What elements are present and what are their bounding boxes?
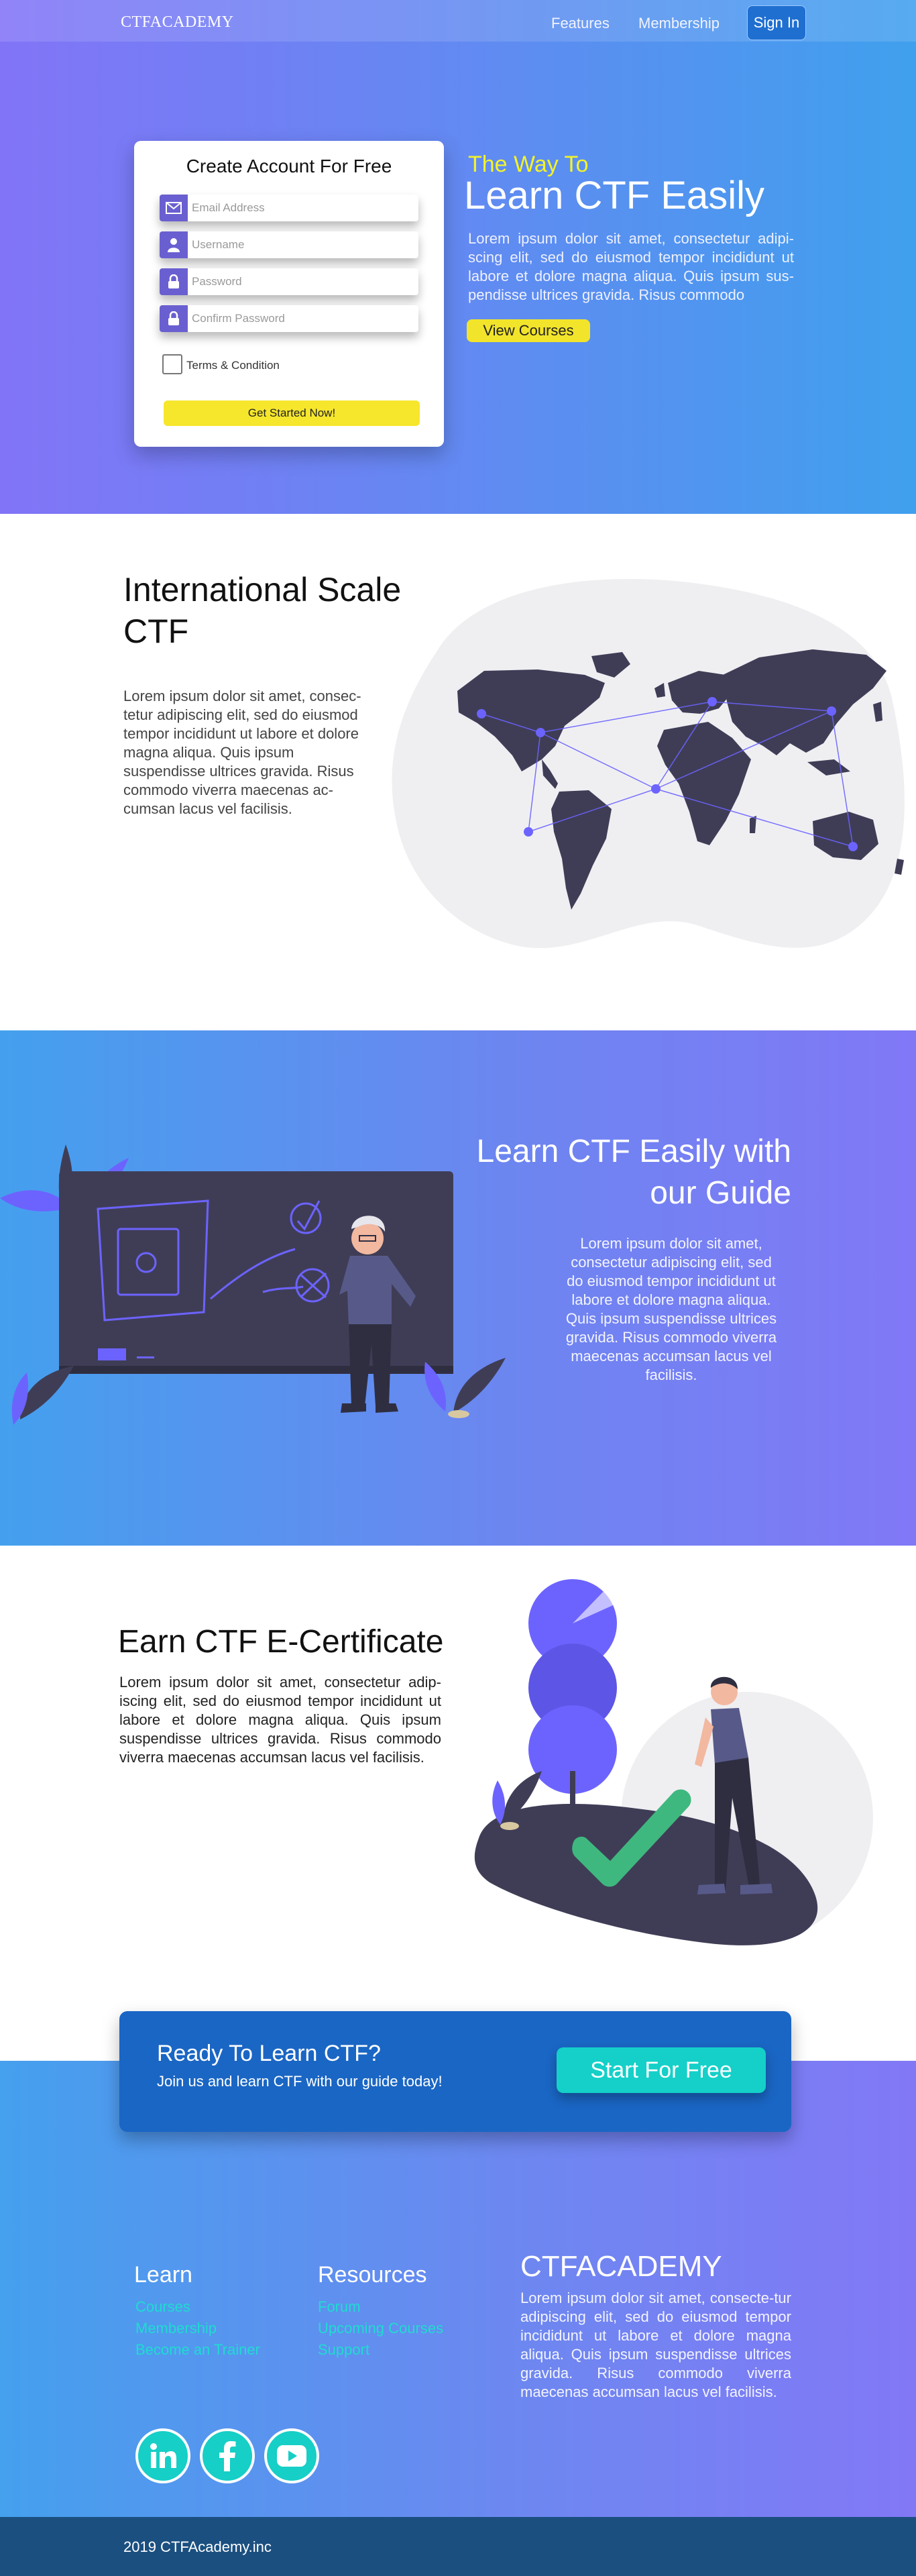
footer-brand: CTFACADEMY <box>520 2250 722 2283</box>
footer-link-support[interactable]: Support <box>318 2341 369 2359</box>
top-nav: CTFACADEMY Features Membership Sign In <box>0 0 916 42</box>
user-icon <box>160 231 188 258</box>
email-input[interactable] <box>192 199 406 217</box>
get-started-button[interactable]: Get Started Now! <box>164 400 420 426</box>
confirm-password-input[interactable] <box>192 309 406 328</box>
hero-description: Lorem ipsum dolor sit amet, consectetur … <box>468 230 794 303</box>
username-field[interactable] <box>160 231 418 258</box>
terms-label[interactable]: Terms & Condition <box>186 359 280 372</box>
guide-description: Lorem ipsum dolor sit amet, consectetur … <box>565 1235 777 1383</box>
password-input[interactable] <box>192 272 406 291</box>
start-for-free-button[interactable]: Start For Free <box>557 2047 766 2093</box>
certificate-illustration <box>474 1579 873 1945</box>
cta-title: Ready To Learn CTF? <box>157 2041 381 2066</box>
username-input[interactable] <box>192 235 406 254</box>
facebook-icon <box>219 2441 236 2471</box>
guide-section: Learn CTF Easily with our Guide Lorem ip… <box>0 1030 916 1546</box>
footer-link-become-trainer[interactable]: Become an Trainer <box>135 2341 260 2359</box>
lock-icon <box>160 305 188 332</box>
hero-section: Create Account For Free Te <box>0 0 916 514</box>
signup-form-card: Create Account For Free Te <box>134 141 444 447</box>
cta-card: Ready To Learn CTF? Join us and learn CT… <box>119 2011 791 2132</box>
brand-logo[interactable]: CTFACADEMY <box>121 13 234 32</box>
linkedin-icon <box>150 2443 176 2468</box>
footer-link-membership[interactable]: Membership <box>135 2320 217 2337</box>
sign-in-button[interactable]: Sign In <box>747 5 806 40</box>
copyright-text: 2019 CTFAcademy.inc <box>123 2538 272 2555</box>
copyright-bar: 2019 CTFAcademy.inc <box>0 2517 916 2576</box>
nav-features[interactable]: Features <box>551 15 610 32</box>
footer-link-upcoming-courses[interactable]: Upcoming Courses <box>318 2320 443 2337</box>
international-description: Lorem ipsum dolor sit amet, consec-tetur… <box>123 688 361 817</box>
certificate-description: Lorem ipsum dolor sit amet, consectetur … <box>119 1674 441 1766</box>
footer-learn-title: Learn <box>134 2262 192 2288</box>
footer-link-forum[interactable]: Forum <box>318 2298 361 2316</box>
linkedin-button[interactable] <box>135 2428 190 2483</box>
youtube-icon <box>277 2445 306 2467</box>
facebook-button[interactable] <box>200 2428 255 2483</box>
youtube-button[interactable] <box>264 2428 319 2483</box>
terms-checkbox[interactable] <box>162 354 182 374</box>
hero-title: Learn CTF Easily <box>464 174 765 217</box>
confirm-password-field[interactable] <box>160 305 418 332</box>
email-field[interactable] <box>160 195 418 221</box>
envelope-icon <box>160 195 188 221</box>
form-title: Create Account For Free <box>186 156 392 176</box>
certificate-title: Earn CTF E-Certificate <box>118 1624 444 1660</box>
footer-link-courses[interactable]: Courses <box>135 2298 190 2316</box>
teacher-illustration <box>0 1144 506 1425</box>
password-field[interactable] <box>160 268 418 295</box>
nav-membership[interactable]: Membership <box>638 15 720 32</box>
footer-description: Lorem ipsum dolor sit amet, consecte-tur… <box>520 2290 791 2400</box>
footer-resources-title: Resources <box>318 2262 427 2288</box>
lock-icon <box>160 268 188 295</box>
cta-subtitle: Join us and learn CTF with our guide tod… <box>157 2073 443 2090</box>
view-courses-button[interactable]: View Courses <box>467 319 590 342</box>
world-map-illustration <box>392 579 905 949</box>
guide-title: Learn CTF Easily with our Guide <box>476 1134 791 1211</box>
